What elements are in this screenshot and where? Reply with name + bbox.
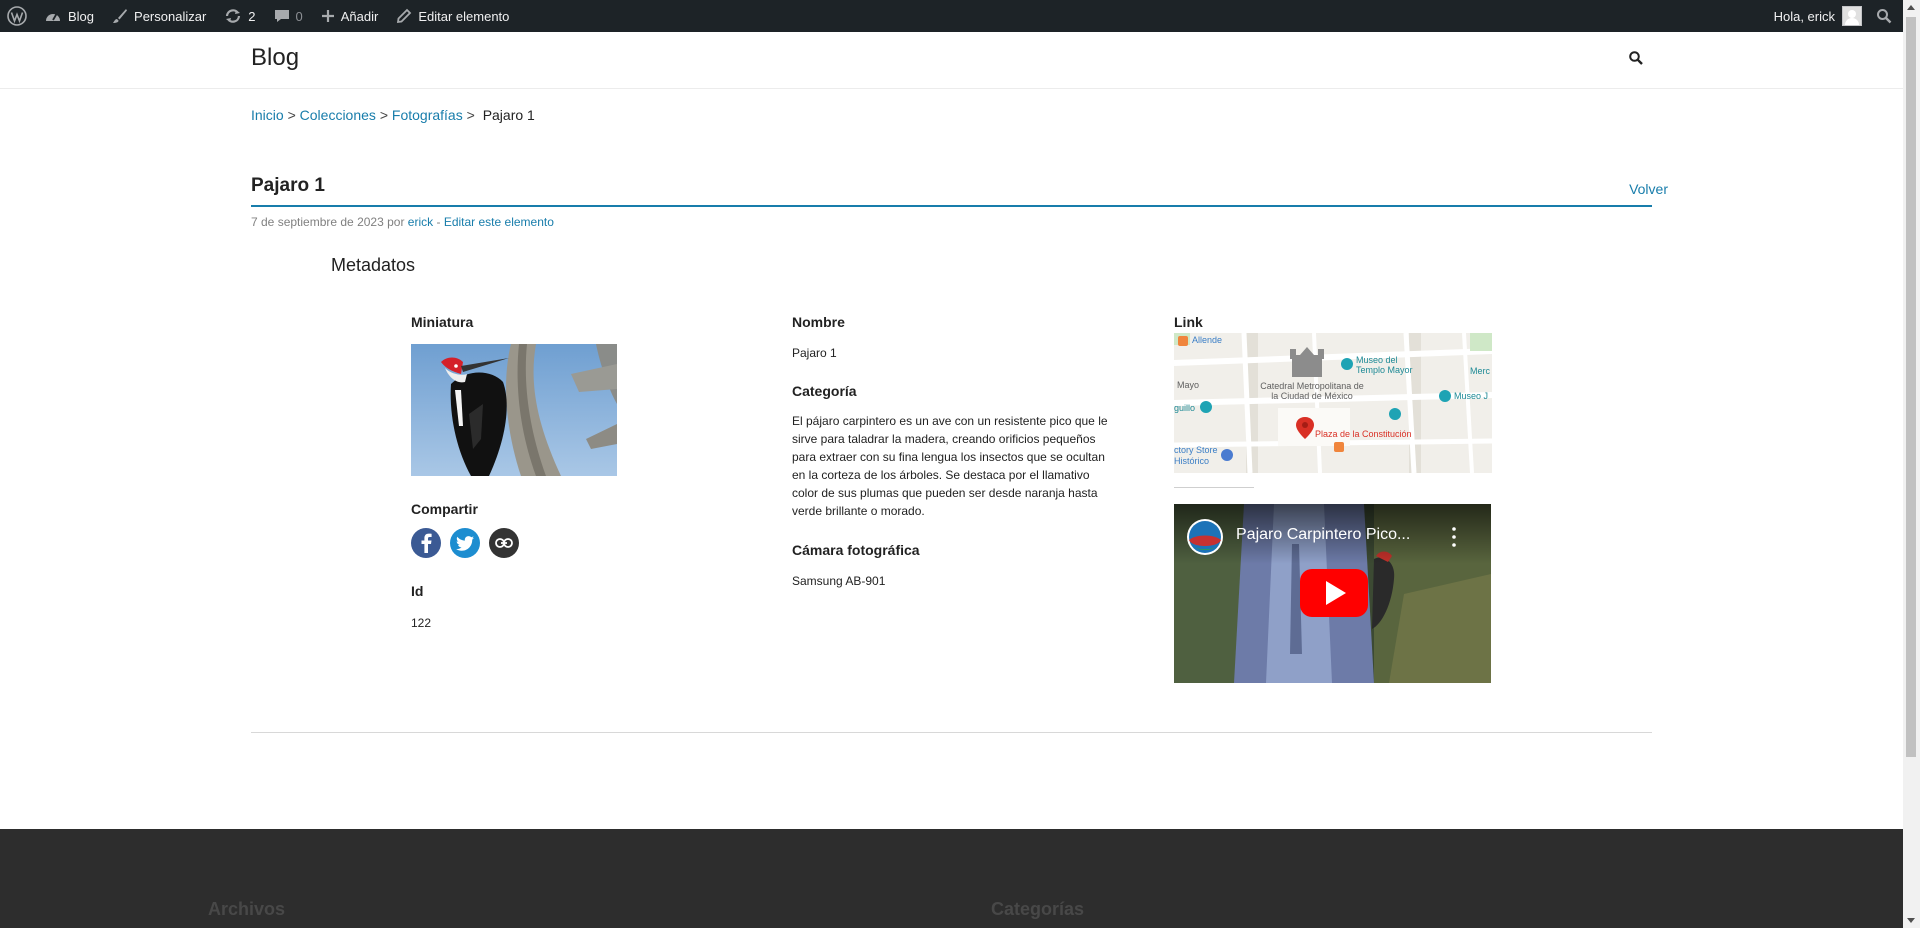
video-title[interactable]: Pajaro Carpintero Pico... <box>1236 526 1410 544</box>
wordpress-icon <box>7 6 27 26</box>
edit-item-link[interactable]: Editar este elemento <box>444 215 554 229</box>
breadcrumb-separator: > <box>466 107 475 123</box>
customize-menu[interactable]: Personalizar <box>103 0 215 32</box>
category-label: Categoría <box>792 383 857 399</box>
metadata-heading: Metadatos <box>331 255 416 275</box>
scrollbar-thumb[interactable] <box>1906 17 1916 757</box>
map-label-museo-templo: Museo del Templo Mayor <box>1356 355 1413 375</box>
site-name-label: Blog <box>68 8 95 24</box>
author-link[interactable]: erick <box>408 215 433 229</box>
content-divider <box>251 732 1652 733</box>
link-label: Link <box>1174 314 1203 330</box>
search-icon <box>1876 8 1892 24</box>
post-by: por <box>387 215 405 229</box>
channel-avatar <box>1187 519 1223 555</box>
brush-icon <box>112 8 128 24</box>
scroll-up-arrow-icon[interactable] <box>1907 5 1915 10</box>
id-value: 122 <box>411 616 432 630</box>
map-divider <box>1174 487 1254 488</box>
map-label-merc: Merc <box>1470 366 1490 376</box>
youtube-video-embed[interactable]: Pajaro Carpintero Pico... <box>1174 504 1491 683</box>
site-title[interactable]: Blog <box>251 44 299 72</box>
map-embed[interactable]: Allende Museo del Templo Mayor Merc Cate… <box>1174 333 1492 473</box>
updates-menu[interactable]: 2 <box>215 0 264 32</box>
customize-label: Personalizar <box>134 8 207 24</box>
breadcrumb-separator: > <box>379 107 388 123</box>
more-options-icon[interactable] <box>1444 521 1464 553</box>
name-label: Nombre <box>792 314 845 330</box>
breadcrumb-photos-link[interactable]: Fotografías <box>392 107 463 123</box>
site-header: Blog <box>0 32 1903 89</box>
facebook-icon <box>419 533 433 553</box>
add-new-menu[interactable]: Añadir <box>312 0 388 32</box>
map-label-museo-j: Museo J <box>1454 391 1489 401</box>
copy-link-button[interactable] <box>489 528 519 558</box>
map-label-guillo: guillo <box>1174 403 1196 413</box>
page-title: Pajaro 1 <box>251 175 325 196</box>
wordpress-logo-menu[interactable] <box>0 0 35 32</box>
edit-item-menu[interactable]: Editar elemento <box>387 0 518 32</box>
camera-value: Samsung AB-901 <box>792 574 886 588</box>
footer-archives-heading: Archivos <box>208 899 286 919</box>
pencil-icon <box>396 8 412 24</box>
map-label-plaza: Plaza de la Constitución <box>1315 429 1412 439</box>
post-dash: - <box>436 215 441 229</box>
post-meta: 7 de septiembre de 2023 por erick - Edit… <box>251 215 554 229</box>
twitter-icon <box>456 535 474 551</box>
header-search-button[interactable] <box>1628 50 1644 71</box>
greeting-label: Hola, erick <box>1773 8 1835 24</box>
id-label: Id <box>411 583 424 599</box>
thumbnail-label: Miniatura <box>411 314 474 330</box>
share-label: Compartir <box>411 501 478 517</box>
camera-label: Cámara fotográfica <box>792 542 920 558</box>
search-icon <box>1628 50 1644 66</box>
page-scrollbar[interactable] <box>1903 0 1920 928</box>
map-label-catedral: Catedral Metropolitana de la Ciudad de M… <box>1260 381 1364 401</box>
breadcrumb-home-link[interactable]: Inicio <box>251 107 284 123</box>
thumbnail-image[interactable] <box>411 344 617 476</box>
plus-icon <box>321 9 335 23</box>
scroll-down-arrow-icon[interactable] <box>1907 918 1915 923</box>
breadcrumb-current: Pajaro 1 <box>482 107 535 123</box>
updates-icon <box>224 8 242 24</box>
footer-categories-heading: Categorías <box>991 899 1085 919</box>
post-date: 7 de septiembre de 2023 <box>251 215 384 229</box>
breadcrumb-collections-link[interactable]: Colecciones <box>300 107 376 123</box>
play-icon[interactable] <box>1300 569 1368 617</box>
add-new-label: Añadir <box>340 8 379 24</box>
my-account-menu[interactable]: Hola, erick <box>1766 0 1870 32</box>
title-divider <box>251 205 1652 207</box>
comments-count: 0 <box>295 8 303 24</box>
twitter-share-button[interactable] <box>450 528 480 558</box>
link-icon <box>495 538 513 548</box>
updates-count: 2 <box>248 8 256 24</box>
breadcrumb: Inicio > Colecciones > Fotografías > Paj… <box>251 107 535 123</box>
adminbar-search-button[interactable] <box>1870 0 1898 32</box>
facebook-share-button[interactable] <box>411 528 441 558</box>
back-link[interactable]: Volver <box>1629 181 1668 197</box>
comments-menu[interactable]: 0 <box>265 0 312 32</box>
map-label-store: ctory Store <box>1174 445 1218 455</box>
breadcrumb-separator: > <box>287 107 296 123</box>
comment-icon <box>274 8 290 24</box>
map-label-historico: Histórico <box>1174 456 1210 466</box>
edit-item-label: Editar elemento <box>418 8 510 24</box>
avatar <box>1842 6 1862 26</box>
site-footer: Archivos Categorías <box>0 829 1903 928</box>
category-value: El pájaro carpintero es un ave con un re… <box>792 414 1108 518</box>
share-icons <box>411 528 519 558</box>
name-value: Pajaro 1 <box>792 346 837 360</box>
map-label-allende: Allende <box>1192 335 1223 345</box>
site-name-menu[interactable]: Blog <box>35 0 103 32</box>
admin-bar: Blog Personalizar 2 0 Añadir Editar elem… <box>0 0 1920 32</box>
dashboard-icon <box>44 8 62 24</box>
map-label-mayo: Mayo <box>1177 380 1200 390</box>
